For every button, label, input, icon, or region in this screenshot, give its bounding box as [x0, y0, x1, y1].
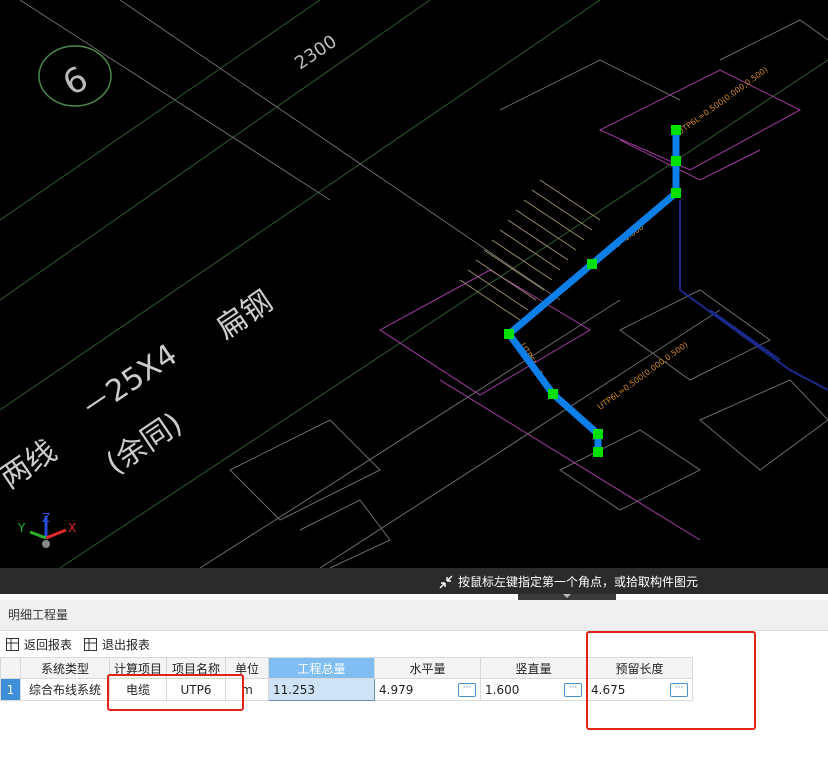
cable-node-7[interactable]: [593, 429, 603, 439]
cable-node-4[interactable]: [587, 259, 597, 269]
building-outline: [19, 0, 828, 568]
table-icon: [6, 637, 19, 651]
command-hint-text: 按鼠标左键指定第一个角点，或拾取构件图元: [458, 575, 699, 589]
horizontal-detail-button[interactable]: ···: [458, 682, 476, 697]
magenta-wall: [379, 69, 802, 541]
table-header-row: 系统类型 计算项目 项目名称 单位 工程总量 水平量 竖直量 预留长度: [0, 657, 693, 679]
pick-cursor-icon: [438, 574, 454, 590]
axis-gizmo: Z X Y: [17, 511, 76, 548]
cable-node-5[interactable]: [504, 329, 514, 339]
header-total[interactable]: 工程总量: [268, 657, 375, 679]
header-item-name[interactable]: 项目名称: [166, 657, 226, 679]
header-horizontal[interactable]: 水平量: [374, 657, 481, 679]
axis-number: 6: [56, 59, 95, 104]
horizontal-value: 4.979: [379, 682, 414, 697]
axis-y-label: Y: [17, 521, 26, 535]
cable-label-1: UTP6L=0.500(0.000,0.500): [676, 65, 770, 137]
cable-node-1[interactable]: [671, 125, 681, 135]
cell-calc-item[interactable]: 电缆: [109, 678, 167, 701]
cad-drawing: 6 2300 扁钢 －25X4 (余同) 两线 UTP6L=0.500(0.00…: [0, 0, 828, 568]
cell-reserved[interactable]: 4.675 ···: [586, 678, 693, 701]
table-exit-icon: [84, 637, 98, 651]
reserved-detail-button[interactable]: ···: [670, 682, 688, 697]
cable-route[interactable]: [505, 130, 680, 452]
back-to-report-button[interactable]: 返回报表: [0, 636, 78, 653]
axis-marker: 6: [38, 45, 112, 107]
row-index[interactable]: 1: [0, 678, 21, 701]
cable-label-4: UTP6L=0.500(0.000,0.500): [596, 340, 690, 412]
command-hint: 按鼠标左键指定第一个角点，或拾取构件图元: [438, 573, 698, 590]
cell-system-type[interactable]: 综合布线系统: [20, 678, 110, 701]
header-calc-item[interactable]: 计算项目: [109, 657, 167, 679]
header-unit[interactable]: 单位: [225, 657, 269, 679]
panel-title: 明细工程量: [0, 600, 828, 631]
label-same: (余同): [100, 406, 189, 482]
collapse-arrow-icon: [563, 594, 571, 598]
detail-quantity-panel: 明细工程量 返回报表 退出报表 系统类型 计算项目 项目名称 单位 工程总量 水…: [0, 600, 828, 768]
header-reserved[interactable]: 预留长度: [586, 657, 693, 679]
cell-item-name[interactable]: UTP6: [166, 678, 226, 701]
status-bar: 按鼠标左键指定第一个角点，或拾取构件图元: [0, 568, 828, 594]
table-row[interactable]: 1 综合布线系统 电缆 UTP6 m 11.253 4.979 ··· 1.600…: [0, 678, 693, 701]
cable-node-3[interactable]: [671, 188, 681, 198]
cable-node-8[interactable]: [593, 447, 603, 457]
label-flat-steel: 扁钢: [210, 284, 279, 347]
quantity-table: 系统类型 计算项目 项目名称 单位 工程总量 水平量 竖直量 预留长度 1 综合…: [0, 657, 693, 701]
header-index: [0, 657, 21, 679]
grid-lines: [0, 0, 828, 568]
cell-unit[interactable]: m: [225, 678, 269, 701]
cell-vertical[interactable]: 1.600 ···: [480, 678, 587, 701]
label-line: 两线: [0, 434, 63, 497]
cad-viewport[interactable]: 6 2300 扁钢 －25X4 (余同) 两线 UTP6L=0.500(0.00…: [0, 0, 828, 568]
vertical-detail-button[interactable]: ···: [564, 682, 582, 697]
header-vertical[interactable]: 竖直量: [480, 657, 587, 679]
reserved-value: 4.675: [591, 682, 626, 697]
cell-horizontal[interactable]: 4.979 ···: [374, 678, 481, 701]
blue-duct: [679, 200, 828, 391]
exit-report-button[interactable]: 退出报表: [78, 636, 156, 653]
report-toolbar: 返回报表 退出报表: [0, 631, 828, 657]
cable-node-2[interactable]: [671, 156, 681, 166]
hatching: [459, 179, 601, 321]
vertical-value: 1.600: [485, 682, 520, 697]
axis-x-label: X: [68, 521, 76, 535]
back-to-report-label: 返回报表: [24, 637, 73, 652]
exit-report-label: 退出报表: [102, 637, 151, 652]
cell-total[interactable]: 11.253: [268, 678, 375, 701]
header-system-type[interactable]: 系统类型: [20, 657, 110, 679]
cable-node-6[interactable]: [548, 389, 558, 399]
axis-z-label: Z: [42, 511, 50, 525]
